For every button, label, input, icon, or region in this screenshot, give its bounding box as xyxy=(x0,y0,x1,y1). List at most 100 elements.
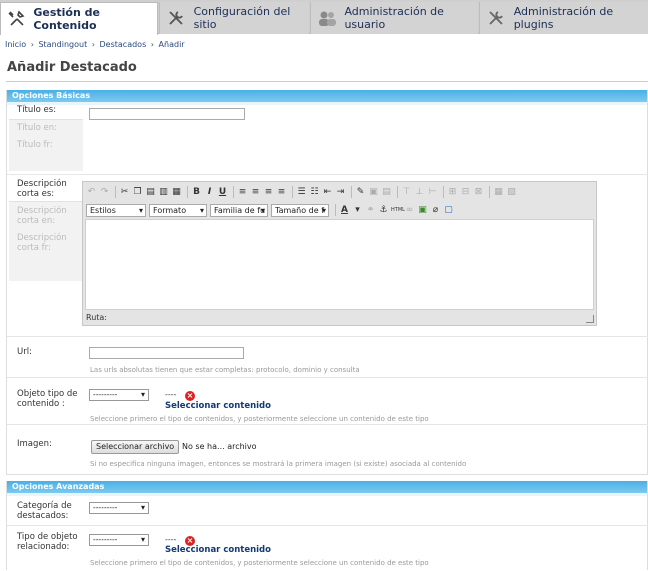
object-type-label: Objeto tipo de contenido : xyxy=(17,389,78,409)
font-size-select[interactable]: Tamaño de f xyxy=(271,203,329,217)
tab-user-administration[interactable]: Administración de usuario xyxy=(310,2,478,34)
breadcrumb: Inicio › Standingout › Destacados › Añad… xyxy=(5,40,187,49)
advanced-options-fieldset: Opciones Avanzadas Categoría de destacad… xyxy=(6,481,648,570)
image-help: Si no especifica ninguna imagen, entonce… xyxy=(90,460,467,468)
title-fr-label[interactable]: Título fr: xyxy=(17,140,53,150)
align-right-icon[interactable]: ≡ xyxy=(263,187,274,198)
italic-icon[interactable]: I xyxy=(204,187,215,198)
related-object-value: ---- xyxy=(165,535,177,544)
insert-col-icon[interactable]: ⊢ xyxy=(427,187,438,198)
table-row-icon[interactable]: ▤ xyxy=(381,187,392,198)
category-label: Categoría de destacados: xyxy=(17,501,72,521)
url-row: Url: Las urls absolutas tienen que estar… xyxy=(7,338,648,378)
paste-icon[interactable]: ▤ xyxy=(145,187,156,198)
html-icon[interactable]: HTML xyxy=(391,205,405,216)
tab-label: Configuración del sitio xyxy=(193,5,291,31)
breadcrumb-separator: › xyxy=(30,40,34,49)
wrench-screwdriver-icon xyxy=(166,7,187,29)
align-justify-icon[interactable]: ≡ xyxy=(276,187,287,198)
url-label: Url: xyxy=(17,347,32,357)
visual-aid-icon[interactable]: ▦ xyxy=(493,187,504,198)
font-family-select[interactable]: Familia de fu xyxy=(210,203,268,217)
delete-row-icon[interactable]: ⊥ xyxy=(414,187,425,198)
clear-icon[interactable]: × xyxy=(185,391,195,401)
image-row: Imagen: Seleccionar archivo No se ha... … xyxy=(7,426,648,474)
tab-content-management[interactable]: Gestión de Contenido xyxy=(0,2,158,35)
insert-row-icon[interactable]: ⊤ xyxy=(401,187,412,198)
format-select[interactable]: Formato xyxy=(149,203,207,217)
rich-text-editor: ↶ ↷ ✂ ❐ ▤ ▥ ▦ B I U ≡ ≡ ≡ ≡ ☰ ☷ ⇤ ⇥ ✎ ▣ … xyxy=(82,181,597,326)
align-left-icon[interactable]: ≡ xyxy=(237,187,248,198)
merge-cells-icon[interactable]: ⊞ xyxy=(447,187,458,198)
numbered-list-icon[interactable]: ☷ xyxy=(309,187,320,198)
page-title: Añadir Destacado xyxy=(7,60,137,75)
select-file-button[interactable]: Seleccionar archivo xyxy=(91,440,180,454)
title-es-label[interactable]: Título es: xyxy=(17,105,56,115)
copy-icon[interactable]: ❐ xyxy=(132,187,143,198)
breadcrumb-home[interactable]: Inicio xyxy=(5,40,26,49)
redo-icon[interactable]: ↷ xyxy=(99,187,110,198)
cut-icon[interactable]: ✂ xyxy=(119,187,130,198)
tab-label: Administración de usuario xyxy=(344,5,444,31)
resize-handle-icon[interactable] xyxy=(586,315,594,323)
language-tabs: Descripción corta en: Descripción corta … xyxy=(9,201,83,281)
select-related-content-link[interactable]: Seleccionar contenido xyxy=(165,545,271,555)
cell-props-icon[interactable]: ⊠ xyxy=(473,187,484,198)
bullet-list-icon[interactable]: ☰ xyxy=(296,187,307,198)
url-help: Las urls absolutas tienen que estar comp… xyxy=(90,366,360,374)
object-type-row: Objeto tipo de contenido : --------- ---… xyxy=(7,379,648,425)
editor-toolbar-1: ↶ ↷ ✂ ❐ ▤ ▥ ▦ B I U ≡ ≡ ≡ ≡ ☰ ☷ ⇤ ⇥ ✎ ▣ … xyxy=(86,184,519,200)
chevron-down-icon[interactable]: ▾ xyxy=(352,205,363,216)
description-en-label[interactable]: Descripción corta en: xyxy=(17,206,77,226)
cleanup-icon[interactable]: ⌀ xyxy=(430,205,441,216)
image-icon[interactable]: ▣ xyxy=(417,205,428,216)
url-input[interactable] xyxy=(89,347,244,359)
description-fr-label[interactable]: Descripción corta fr: xyxy=(17,233,77,253)
divider xyxy=(6,81,648,82)
basic-options-legend: Opciones Básicas xyxy=(7,90,647,102)
paste-text-icon[interactable]: ▥ xyxy=(158,187,169,198)
description-es-label[interactable]: Descripción corta es: xyxy=(17,179,87,199)
fullscreen-icon[interactable]: ▧ xyxy=(506,187,517,198)
media-icon[interactable]: ▢ xyxy=(443,205,454,216)
breadcrumb-separator: › xyxy=(91,40,95,49)
tab-plugin-administration[interactable]: Administración de plugins xyxy=(479,2,648,34)
editor-path: Ruta: xyxy=(86,313,108,322)
styles-select[interactable]: Estilos xyxy=(86,203,146,217)
breadcrumb-destacados[interactable]: Destacados xyxy=(100,40,147,49)
outdent-icon[interactable]: ⇤ xyxy=(322,187,333,198)
title-row: Título es: Título en: Título fr: xyxy=(7,105,648,175)
anchor-icon[interactable]: ⚓ xyxy=(378,205,389,216)
indent-icon[interactable]: ⇥ xyxy=(335,187,346,198)
category-select[interactable]: --------- xyxy=(89,502,149,514)
link-icon[interactable]: ∞ xyxy=(404,205,415,216)
select-content-link[interactable]: Seleccionar contenido xyxy=(165,401,271,411)
related-object-select[interactable]: --------- xyxy=(89,534,149,546)
tab-label: Gestión de Contenido xyxy=(33,6,100,32)
undo-icon[interactable]: ↶ xyxy=(86,187,97,198)
title-input[interactable] xyxy=(89,108,245,120)
tab-label: Administración de plugins xyxy=(513,5,614,31)
users-icon xyxy=(317,7,337,29)
edit-source-icon[interactable]: ✎ xyxy=(355,187,366,198)
category-row: Categoría de destacados: --------- xyxy=(7,496,648,526)
table-icon[interactable]: ▣ xyxy=(368,187,379,198)
object-type-select[interactable]: --------- xyxy=(89,389,149,401)
split-cells-icon[interactable]: ⊟ xyxy=(460,187,471,198)
related-object-help: Seleccione primero el tipo de contenidos… xyxy=(90,559,429,567)
unlink-icon[interactable]: ⚭ xyxy=(365,205,376,216)
breadcrumb-standingout[interactable]: Standingout xyxy=(38,40,87,49)
breadcrumb-separator: › xyxy=(150,40,154,49)
object-value: ---- xyxy=(165,390,177,399)
underline-icon[interactable]: U xyxy=(217,187,228,198)
image-label: Imagen: xyxy=(17,439,52,449)
bold-icon[interactable]: B xyxy=(191,187,202,198)
tab-site-configuration[interactable]: Configuración del sitio xyxy=(159,2,309,34)
language-tabs: Título en: Título fr: xyxy=(9,119,83,171)
align-center-icon[interactable]: ≡ xyxy=(250,187,261,198)
related-object-label: Tipo de objeto relacionado: xyxy=(17,532,78,552)
title-en-label[interactable]: Título en: xyxy=(17,123,57,133)
text-color-icon[interactable]: A xyxy=(339,205,350,216)
paste-word-icon[interactable]: ▦ xyxy=(171,187,182,198)
editor-content-area[interactable] xyxy=(85,219,594,310)
